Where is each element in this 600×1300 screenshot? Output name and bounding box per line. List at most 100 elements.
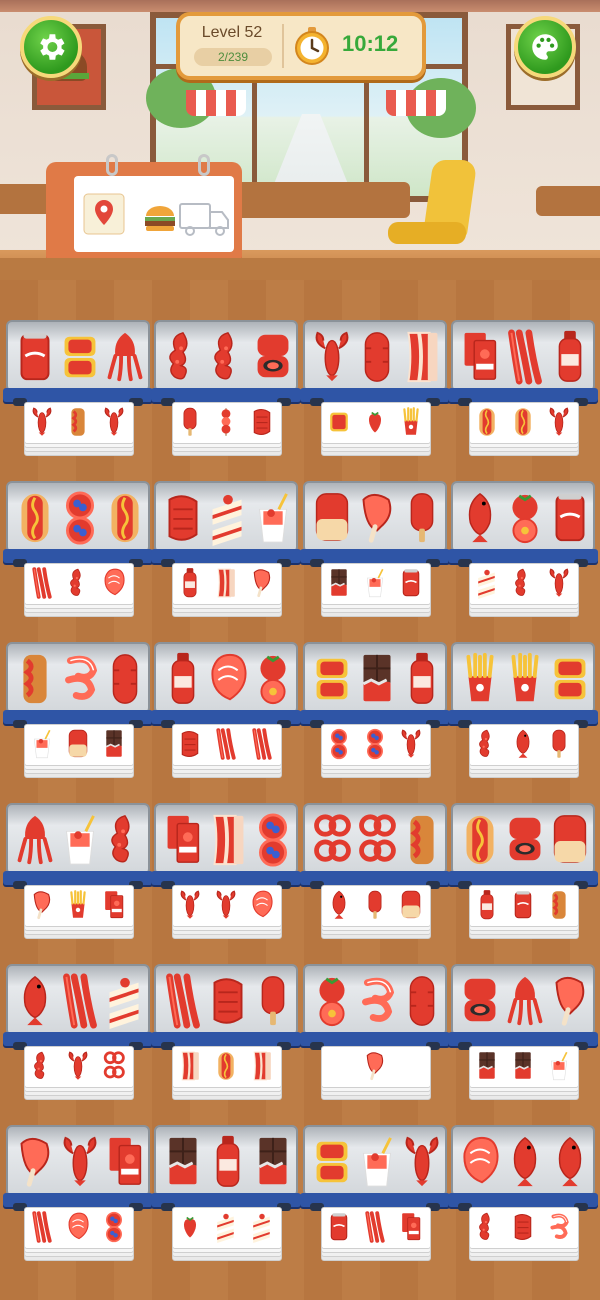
food-shelf[interactable] bbox=[300, 481, 450, 625]
sausage-item[interactable] bbox=[357, 329, 397, 385]
bacon-item[interactable] bbox=[402, 329, 442, 385]
salmon-item[interactable] bbox=[208, 651, 248, 707]
food-shelf[interactable] bbox=[448, 1125, 598, 1269]
food-shelf[interactable] bbox=[3, 964, 153, 1108]
food-shelf[interactable] bbox=[151, 964, 301, 1108]
sauce-bottle-item[interactable] bbox=[163, 651, 203, 707]
fish-item[interactable] bbox=[15, 973, 55, 1029]
food-shelf[interactable] bbox=[3, 803, 153, 947]
chocolate-item[interactable] bbox=[163, 1134, 203, 1190]
chocolate-preview bbox=[326, 567, 352, 599]
sausage-item[interactable] bbox=[402, 973, 442, 1029]
tomato-item[interactable] bbox=[505, 490, 545, 546]
octopus-item[interactable] bbox=[105, 812, 145, 868]
salmon-item[interactable] bbox=[460, 1134, 500, 1190]
hotdog-item[interactable] bbox=[460, 812, 500, 868]
steak-item[interactable] bbox=[208, 973, 248, 1029]
food-shelf[interactable] bbox=[151, 320, 301, 464]
meat-tray-item[interactable] bbox=[312, 1134, 352, 1190]
shrimp-item[interactable] bbox=[357, 973, 397, 1029]
cola-can-item[interactable] bbox=[550, 490, 590, 546]
food-shelf[interactable] bbox=[300, 642, 450, 786]
ham-item[interactable] bbox=[15, 1134, 55, 1190]
roll-item[interactable] bbox=[402, 812, 442, 868]
food-shelf[interactable] bbox=[3, 642, 153, 786]
crab-legs-item[interactable] bbox=[505, 329, 545, 385]
sushi-roll-item[interactable] bbox=[505, 812, 545, 868]
meat-tray-item[interactable] bbox=[60, 329, 100, 385]
food-shelf[interactable] bbox=[448, 803, 598, 947]
ham-item[interactable] bbox=[357, 490, 397, 546]
onion-rings-item[interactable] bbox=[312, 812, 352, 868]
ketchup-item[interactable] bbox=[163, 812, 203, 868]
sauce-bottle-item[interactable] bbox=[402, 651, 442, 707]
squid-item[interactable] bbox=[505, 973, 545, 1029]
lobster-item[interactable] bbox=[402, 1134, 442, 1190]
food-shelf[interactable] bbox=[448, 481, 598, 625]
delivery-calendar[interactable] bbox=[46, 154, 242, 258]
squid-item[interactable] bbox=[105, 329, 145, 385]
crab-legs-item[interactable] bbox=[60, 973, 100, 1029]
fish-item[interactable] bbox=[550, 1134, 590, 1190]
lobster-item[interactable] bbox=[60, 1134, 100, 1190]
bread-item[interactable] bbox=[312, 490, 352, 546]
meat-tray-item[interactable] bbox=[550, 651, 590, 707]
fries-item[interactable] bbox=[505, 651, 545, 707]
theme-button[interactable] bbox=[514, 16, 576, 78]
food-shelf[interactable] bbox=[3, 1125, 153, 1269]
food-shelf[interactable] bbox=[300, 964, 450, 1108]
drink-item[interactable] bbox=[357, 1134, 397, 1190]
food-shelf[interactable] bbox=[448, 642, 598, 786]
ketchup-item[interactable] bbox=[460, 329, 500, 385]
bacon-item[interactable] bbox=[208, 812, 248, 868]
popsicle-item[interactable] bbox=[253, 973, 293, 1029]
meat-tray-item[interactable] bbox=[312, 651, 352, 707]
sausage-item[interactable] bbox=[105, 651, 145, 707]
food-shelf[interactable] bbox=[448, 320, 598, 464]
octopus-item[interactable] bbox=[163, 329, 203, 385]
shrimp-item[interactable] bbox=[60, 651, 100, 707]
food-shelf[interactable] bbox=[151, 481, 301, 625]
crab-legs-item[interactable] bbox=[163, 973, 203, 1029]
fish-item[interactable] bbox=[505, 1134, 545, 1190]
berry-tart-item[interactable] bbox=[60, 490, 100, 546]
bread-item[interactable] bbox=[550, 812, 590, 868]
food-shelf[interactable] bbox=[300, 1125, 450, 1269]
food-shelf[interactable] bbox=[300, 320, 450, 464]
sushi-roll-item[interactable] bbox=[253, 329, 293, 385]
hotdog-item[interactable] bbox=[15, 490, 55, 546]
roll-item[interactable] bbox=[15, 651, 55, 707]
tomato-item[interactable] bbox=[253, 651, 293, 707]
onion-rings-item[interactable] bbox=[357, 812, 397, 868]
sushi-roll-item[interactable] bbox=[460, 973, 500, 1029]
octopus-item[interactable] bbox=[208, 329, 248, 385]
lobster-item[interactable] bbox=[312, 329, 352, 385]
food-shelf[interactable] bbox=[151, 803, 301, 947]
drink-item[interactable] bbox=[253, 490, 293, 546]
squid-item[interactable] bbox=[15, 812, 55, 868]
sauce-bottle-item[interactable] bbox=[208, 1134, 248, 1190]
tomato-item[interactable] bbox=[312, 973, 352, 1029]
food-shelf[interactable] bbox=[151, 642, 301, 786]
settings-button[interactable] bbox=[20, 16, 82, 78]
food-shelf[interactable] bbox=[3, 320, 153, 464]
cake-item[interactable] bbox=[208, 490, 248, 546]
ham-item[interactable] bbox=[550, 973, 590, 1029]
food-shelf[interactable] bbox=[448, 964, 598, 1108]
fries-item[interactable] bbox=[460, 651, 500, 707]
food-shelf[interactable] bbox=[3, 481, 153, 625]
food-shelf[interactable] bbox=[151, 1125, 301, 1269]
cola-can-item[interactable] bbox=[15, 329, 55, 385]
hotdog-item[interactable] bbox=[105, 490, 145, 546]
chocolate-item[interactable] bbox=[253, 1134, 293, 1190]
chocolate-item[interactable] bbox=[357, 651, 397, 707]
drink-item[interactable] bbox=[60, 812, 100, 868]
ketchup-item[interactable] bbox=[105, 1134, 145, 1190]
food-shelf[interactable] bbox=[300, 803, 450, 947]
steak-item[interactable] bbox=[163, 490, 203, 546]
berry-tart-item[interactable] bbox=[253, 812, 293, 868]
cake-item[interactable] bbox=[105, 973, 145, 1029]
fish-item[interactable] bbox=[460, 490, 500, 546]
sauce-bottle-item[interactable] bbox=[550, 329, 590, 385]
popsicle-item[interactable] bbox=[402, 490, 442, 546]
